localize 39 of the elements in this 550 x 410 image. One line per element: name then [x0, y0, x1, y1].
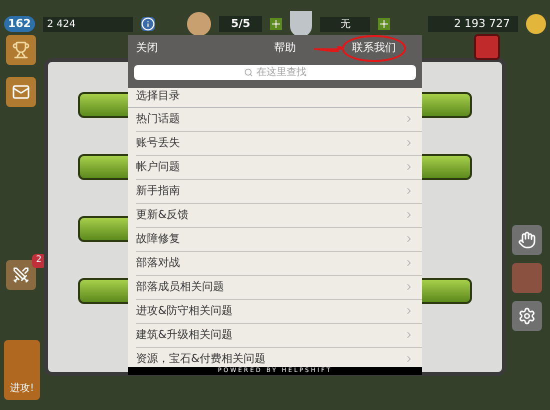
search-placeholder: 在这里查找	[256, 66, 306, 80]
add-icon[interactable]	[378, 18, 390, 30]
shield-drawing	[290, 11, 312, 37]
category-item[interactable]: 故障修复	[136, 228, 422, 252]
close-link[interactable]: 关闭	[136, 40, 158, 57]
builder-avatar	[186, 12, 211, 36]
add-icon[interactable]	[270, 18, 282, 30]
category-item[interactable]: 建筑&升级相关问题	[136, 324, 422, 348]
hand-icon	[518, 231, 536, 249]
mail-icon	[12, 83, 30, 101]
category-item[interactable]: 新手指南	[136, 180, 422, 204]
level-badge: 162	[4, 16, 35, 32]
contact-link[interactable]: 联系我们	[342, 35, 406, 62]
search-icon	[244, 68, 252, 77]
category-item[interactable]: 更新&反馈	[136, 204, 422, 228]
settings-icon	[518, 307, 536, 325]
trophy-icon	[12, 41, 30, 59]
category-item[interactable]: 部落成员相关问题	[136, 276, 422, 300]
info-icon[interactable]	[140, 17, 155, 31]
settings-button[interactable]	[512, 301, 542, 331]
section-header: 选择目录	[128, 88, 422, 108]
swords-icon	[12, 266, 30, 284]
coin-icon	[526, 14, 546, 34]
resource-value: 2 193 727	[428, 16, 518, 32]
hand-button[interactable]	[512, 225, 542, 255]
category-item[interactable]: 部落对战	[136, 252, 422, 276]
builders-value: 5/5	[218, 16, 262, 32]
arrow-annotation	[314, 46, 344, 52]
dialog-title: 帮助	[274, 40, 296, 56]
trophy-button[interactable]	[6, 35, 36, 65]
category-item[interactable]: 帐户问题	[136, 156, 422, 180]
category-item[interactable]: 账号丢失	[136, 132, 422, 156]
experience-value: 2 424	[42, 16, 133, 32]
attack-button[interactable]: 进攻!	[4, 340, 40, 400]
battle-button[interactable]	[6, 260, 36, 290]
mail-button[interactable]	[6, 77, 36, 107]
category-item[interactable]: 进攻&防守相关问题	[136, 300, 422, 324]
shield-value: 无	[320, 16, 370, 32]
category-item[interactable]: 热门话题	[136, 108, 422, 132]
